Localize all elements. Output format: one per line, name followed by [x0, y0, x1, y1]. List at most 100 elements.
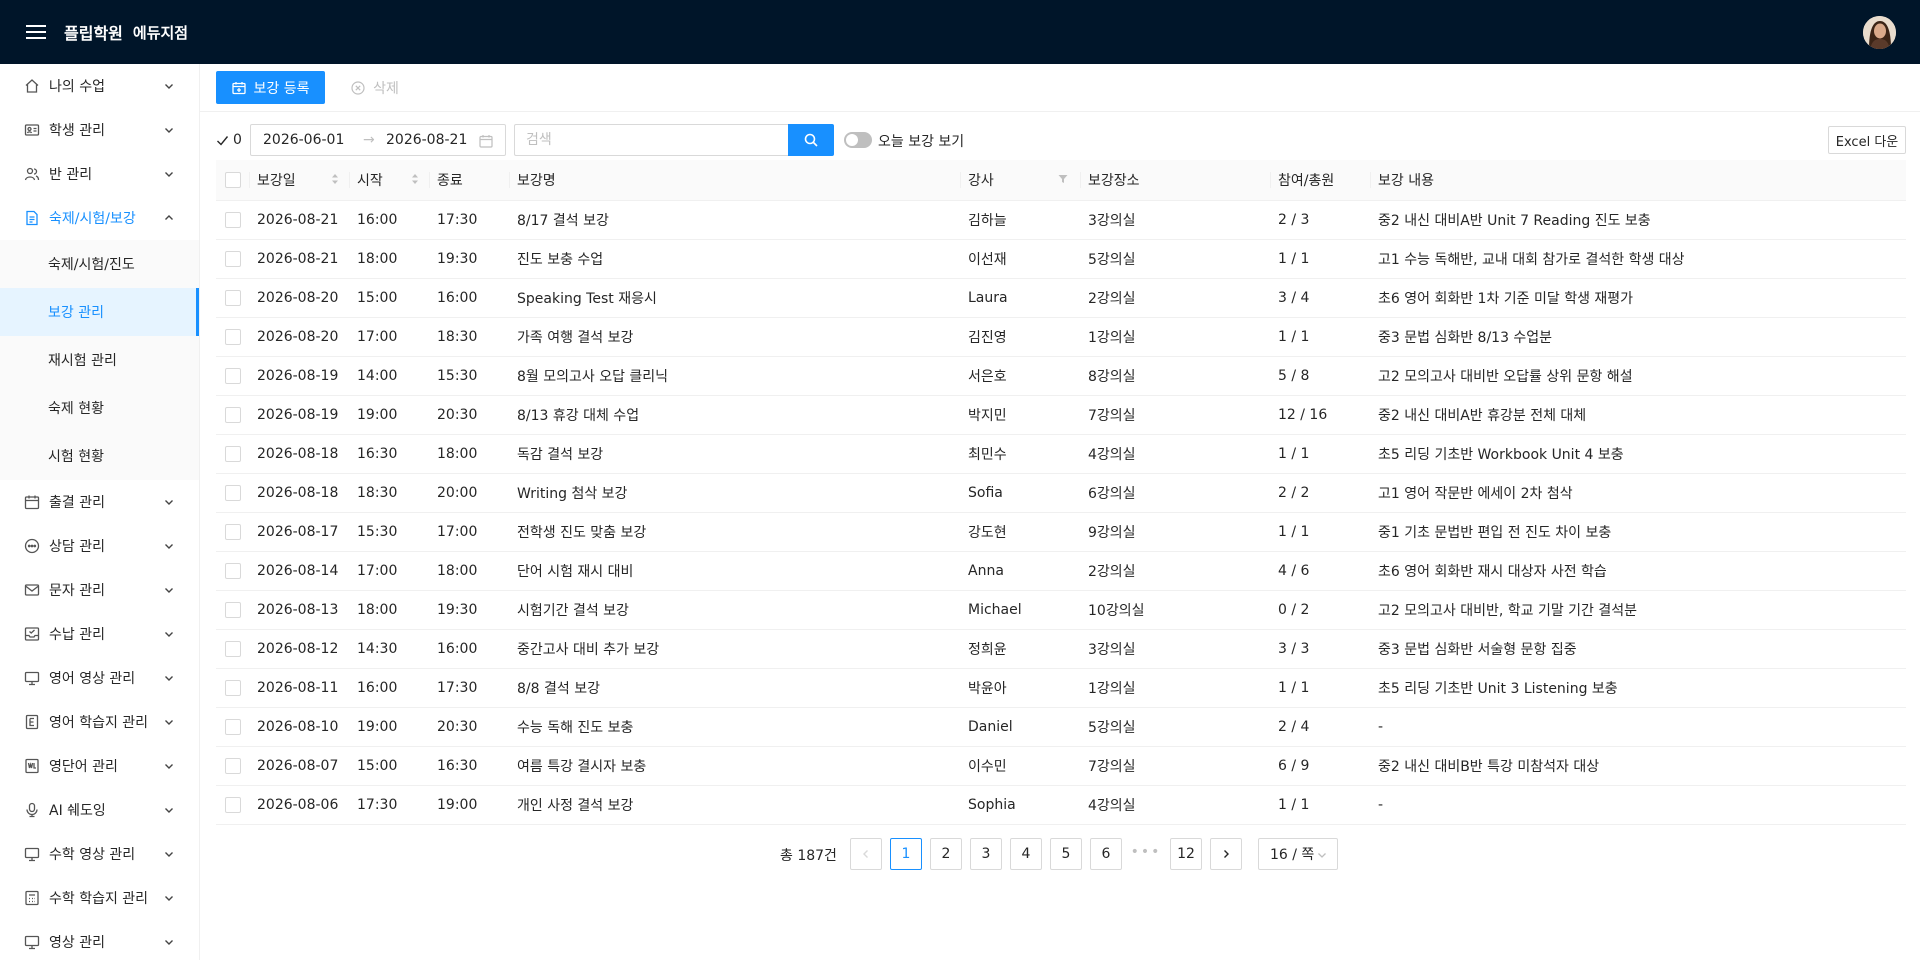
column-header-date[interactable]: 보강일	[249, 160, 349, 201]
table-row[interactable]: 2026-08-11 16:00 17:30 8/8 결석 보강 박윤아 1강의실 1 / …	[216, 668, 1906, 708]
row-checkbox[interactable]	[225, 484, 241, 501]
page-ellipsis[interactable]: •••	[1130, 844, 1162, 860]
sidebar-item-my-class[interactable]: 나의 수업	[0, 64, 199, 108]
cell-start: 15:00	[349, 278, 429, 318]
date-from[interactable]: 2026-06-01	[263, 132, 344, 148]
table-row[interactable]: 2026-08-20 15:00 16:00 Speaking Test 재응시 Lau…	[216, 278, 1906, 318]
sidebar-item-sms[interactable]: 문자 관리	[0, 568, 199, 612]
column-header-attendance: 참여/총원	[1270, 160, 1370, 201]
page-1-button[interactable]: 1	[890, 838, 922, 870]
sidebar-item-english-video[interactable]: 영어 영상 관리	[0, 656, 199, 700]
table-row[interactable]: 2026-08-17 15:30 17:00 전학생 진도 맞춤 보강 강도현 9강의실 1…	[216, 512, 1906, 552]
sidebar-item-math-video[interactable]: 수학 영상 관리	[0, 832, 199, 876]
row-checkbox[interactable]	[225, 445, 241, 462]
cell-title: 전학생 진도 맞춤 보강	[509, 512, 960, 552]
search-button[interactable]	[788, 124, 834, 156]
cell-end: 17:30	[429, 200, 509, 240]
date-range-arrow: →	[363, 132, 375, 148]
sidebar-item-classes[interactable]: 반 관리	[0, 152, 199, 196]
sidebar-item-video[interactable]: 영상 관리	[0, 920, 199, 960]
row-checkbox[interactable]	[225, 328, 241, 345]
sidebar-item-english-worksheet[interactable]: 영어 학습지 관리	[0, 700, 199, 744]
cell-location: 8강의실	[1080, 356, 1270, 396]
cell-content: -	[1370, 785, 1906, 825]
sidebar-subitem-retest-management[interactable]: 재시험 관리	[0, 336, 199, 384]
row-checkbox[interactable]	[225, 211, 241, 228]
sidebar-item-payment[interactable]: 수납 관리	[0, 612, 199, 656]
row-checkbox[interactable]	[225, 640, 241, 657]
sidebar-subitem-homework-test-progress[interactable]: 숙제/시험/진도	[0, 240, 199, 288]
date-range-picker[interactable]: 2026-06-01 → 2026-08-21	[250, 124, 506, 156]
row-checkbox[interactable]	[225, 562, 241, 579]
cell-start: 16:00	[349, 200, 429, 240]
cell-content: 고1 수능 독해반, 교내 대회 참가로 결석한 학생 대상	[1370, 239, 1906, 279]
page-4-button[interactable]: 4	[1010, 838, 1042, 870]
sidebar-subitem-test-status[interactable]: 시험 현황	[0, 432, 199, 480]
table-row[interactable]: 2026-08-18 16:30 18:00 독감 결석 보강 최민수 4강의실 1 / 1…	[216, 434, 1906, 474]
sidebar-item-ai-shadowing[interactable]: AI 쉐도잉	[0, 788, 199, 832]
sidebar-item-attendance[interactable]: 출결 관리	[0, 480, 199, 524]
page-3-button[interactable]: 3	[970, 838, 1002, 870]
table-row[interactable]: 2026-08-13 18:00 19:30 시험기간 결석 보강 Michael 10강…	[216, 590, 1906, 630]
sort-icon	[331, 173, 339, 185]
sidebar-item-vocabulary[interactable]: 영단어 관리	[0, 744, 199, 788]
column-header-start[interactable]: 시작	[349, 160, 429, 201]
cell-title: 가족 여행 결석 보강	[509, 317, 960, 357]
cell-end: 19:30	[429, 239, 509, 279]
search-input[interactable]	[514, 124, 788, 156]
row-checkbox[interactable]	[225, 679, 241, 696]
table-row[interactable]: 2026-08-21 18:00 19:30 진도 보충 수업 이선재 5강의실 1 / 1…	[216, 239, 1906, 279]
row-checkbox[interactable]	[225, 250, 241, 267]
date-to[interactable]: 2026-08-21	[386, 132, 467, 148]
filter-icon[interactable]	[1058, 174, 1068, 184]
table-row[interactable]: 2026-08-12 14:30 16:00 중간고사 대비 추가 보강 정희윤 3강의실…	[216, 629, 1906, 669]
sidebar-item-math-worksheet[interactable]: 수학 학습지 관리	[0, 876, 199, 920]
row-select-cell	[216, 200, 249, 240]
cell-location: 6강의실	[1080, 473, 1270, 513]
excel-download-button[interactable]: Excel 다운	[1828, 126, 1906, 154]
table-row[interactable]: 2026-08-19 14:00 15:30 8월 모의고사 오답 클리닉 서은호 8강의…	[216, 356, 1906, 396]
row-select-cell	[216, 356, 249, 396]
row-checkbox[interactable]	[225, 289, 241, 306]
row-checkbox[interactable]	[225, 796, 241, 813]
cell-end: 18:00	[429, 551, 509, 591]
row-checkbox[interactable]	[225, 406, 241, 423]
delete-button[interactable]: 삭제	[340, 71, 410, 104]
table-row[interactable]: 2026-08-20 17:00 18:30 가족 여행 결석 보강 김진영 1강의실 1 …	[216, 317, 1906, 357]
chevron-down-icon	[163, 80, 175, 92]
cell-teacher: 서은호	[960, 356, 1080, 396]
row-checkbox[interactable]	[225, 523, 241, 540]
sidebar-item-homework-test-makeup[interactable]: 숙제/시험/보강	[0, 196, 199, 240]
row-select-cell	[216, 668, 249, 708]
prev-page-button[interactable]	[850, 838, 882, 870]
page-5-button[interactable]: 5	[1050, 838, 1082, 870]
table-row[interactable]: 2026-08-07 15:00 16:30 여름 특강 결시자 보충 이수민 7강의실 6…	[216, 746, 1906, 786]
table-row[interactable]: 2026-08-19 19:00 20:30 8/13 휴강 대체 수업 박지민 7강의실…	[216, 395, 1906, 435]
table-row[interactable]: 2026-08-06 17:30 19:00 개인 사정 결석 보강 Sophia 4강의…	[216, 785, 1906, 825]
menu-toggle-icon[interactable]	[22, 18, 50, 46]
next-page-button[interactable]	[1210, 838, 1242, 870]
page-last-button[interactable]: 12	[1170, 838, 1202, 870]
row-checkbox[interactable]	[225, 718, 241, 735]
cell-end: 20:00	[429, 473, 509, 513]
row-checkbox[interactable]	[225, 757, 241, 774]
row-checkbox[interactable]	[225, 601, 241, 618]
table-row[interactable]: 2026-08-18 18:30 20:00 Writing 첨삭 보강 Sofia 6강…	[216, 473, 1906, 513]
sidebar-subitem-homework-status[interactable]: 숙제 현황	[0, 384, 199, 432]
table-row[interactable]: 2026-08-21 16:00 17:30 8/17 결석 보강 김하늘 3강의실 2 /…	[216, 200, 1906, 240]
sidebar-item-students[interactable]: 학생 관리	[0, 108, 199, 152]
today-makeup-toggle[interactable]	[844, 132, 872, 148]
page-6-button[interactable]: 6	[1090, 838, 1122, 870]
page-size-select[interactable]: 16 / 쪽	[1258, 838, 1338, 870]
sidebar-item-label: 영단어 관리	[49, 759, 118, 775]
row-checkbox[interactable]	[225, 367, 241, 384]
sidebar-subitem-makeup-management[interactable]: 보강 관리	[0, 288, 199, 336]
table-row[interactable]: 2026-08-10 19:00 20:30 수능 독해 진도 보충 Daniel 5강의…	[216, 707, 1906, 747]
sidebar-item-consulting[interactable]: 상담 관리	[0, 524, 199, 568]
register-makeup-button[interactable]: 보강 등록	[216, 71, 325, 104]
select-all-checkbox[interactable]	[225, 171, 241, 188]
column-header-label: 보강일	[257, 172, 296, 189]
user-avatar[interactable]	[1863, 16, 1896, 49]
page-2-button[interactable]: 2	[930, 838, 962, 870]
table-row[interactable]: 2026-08-14 17:00 18:00 단어 시험 재시 대비 Anna 2강의실 4…	[216, 551, 1906, 591]
